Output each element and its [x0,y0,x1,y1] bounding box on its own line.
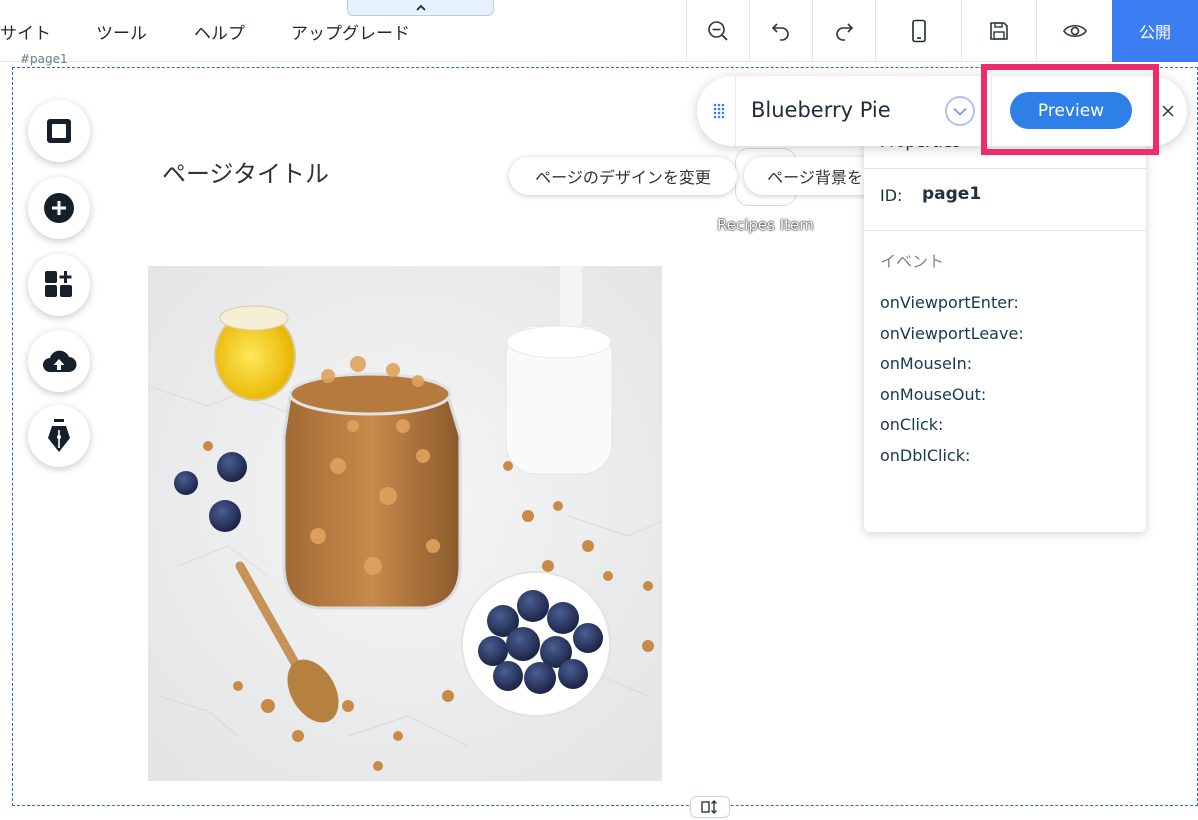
events-heading: イベント [880,252,945,271]
resize-height-handle[interactable] [690,796,730,818]
zoom-out-icon [707,21,728,41]
chevron-down-icon [953,107,967,116]
collapse-toolbar-button[interactable] [347,0,494,16]
resize-height-icon [701,800,717,814]
upload-media-button[interactable] [28,330,90,392]
recipes-item-label: Recipes Item [717,216,814,234]
plus-circle-icon [44,193,74,223]
save-icon [990,22,1008,40]
undo-icon [771,23,789,41]
mobile-view-button[interactable] [875,0,961,62]
zoom-out-button[interactable] [686,0,748,62]
redo-icon [835,23,853,41]
id-label: ID: [880,186,903,205]
cloud-upload-icon [43,350,77,372]
event-on-dblclick[interactable]: onDblClick: [880,446,970,465]
background-button[interactable] [28,100,90,162]
event-on-click[interactable]: onClick: [880,415,943,434]
apps-icon [45,271,72,297]
redo-button[interactable] [812,0,874,62]
preview-highlight-box [981,64,1159,155]
properties-divider [864,230,1146,231]
publish-button[interactable]: 公開 [1112,0,1198,62]
event-on-viewport-enter[interactable]: onViewportEnter: [880,293,1019,312]
page-name[interactable]: Blueberry Pie [751,98,891,122]
eye-icon [1062,24,1087,38]
mobile-icon [911,19,926,43]
event-on-mouse-out[interactable]: onMouseOut: [880,385,986,404]
close-icon [1162,105,1174,117]
properties-divider [864,168,1146,169]
granola-photo[interactable] [148,266,662,781]
close-button[interactable] [1159,100,1177,122]
page-title[interactable]: ページタイトル [162,154,329,189]
change-design-button[interactable]: ページのデザインを変更 [509,157,737,195]
top-bar: サイト ツール ヘルプ アップグレード 公開 [0,0,1198,62]
page-id-label: #page1 [20,52,68,66]
properties-panel: Properties ID: page1 イベント onViewportEnte… [864,118,1146,532]
drag-handle-icon[interactable] [713,103,725,119]
blog-button[interactable] [28,405,90,467]
undo-button[interactable] [749,0,811,62]
menu-tools[interactable]: ツール [96,0,147,62]
event-on-mouse-in[interactable]: onMouseIn: [880,354,972,373]
event-on-viewport-leave[interactable]: onViewportLeave: [880,324,1024,343]
namebar-divider [735,76,736,146]
add-element-button[interactable] [28,177,90,239]
chevron-up-icon [415,4,426,11]
page-dropdown-button[interactable] [945,96,975,126]
square-icon [47,119,71,143]
save-button[interactable] [961,0,1036,62]
id-value[interactable]: page1 [922,184,981,204]
add-apps-button[interactable] [28,254,90,316]
menu-help[interactable]: ヘルプ [194,0,245,62]
pen-nib-icon [48,419,70,452]
granola-blueberry-image [148,266,662,781]
preview-eye-button[interactable] [1036,0,1112,62]
